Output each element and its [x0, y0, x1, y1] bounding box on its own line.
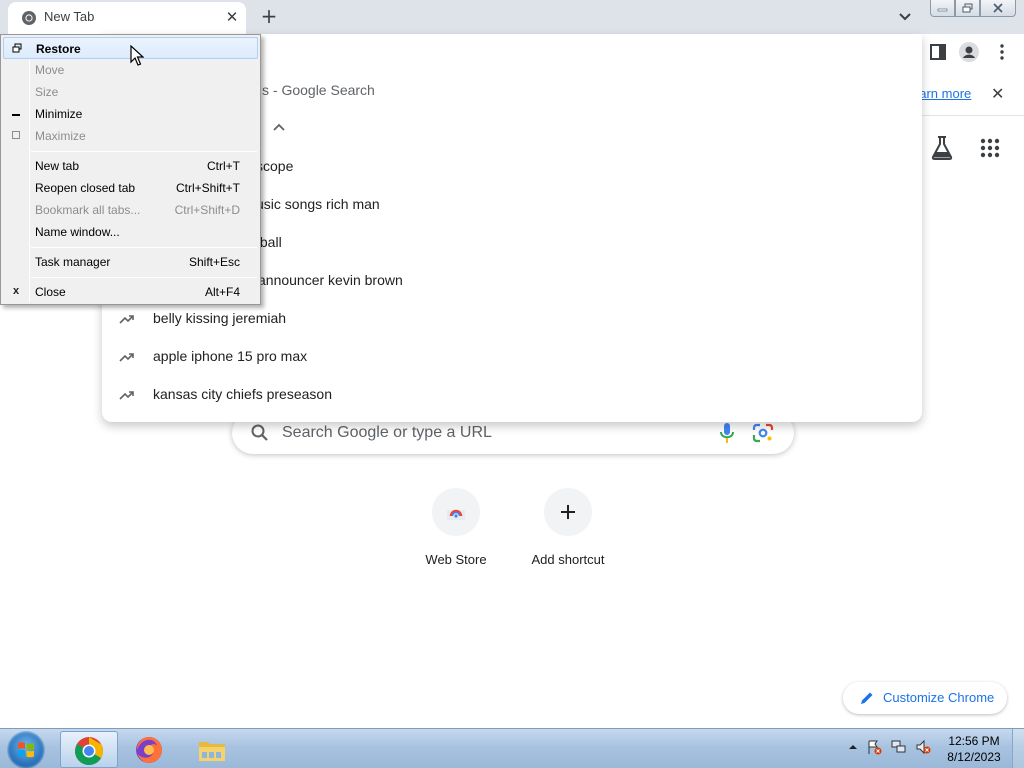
taskbar-file-explorer[interactable] [184, 731, 242, 768]
trending-icon [119, 315, 134, 324]
shortcut-tile [432, 488, 480, 536]
web-store-icon [447, 509, 465, 520]
shortcut-web-store[interactable]: Web Store [401, 488, 511, 567]
menu-item-label: Task manager [35, 255, 111, 269]
profile-icon[interactable] [959, 42, 979, 62]
plus-icon [561, 505, 575, 519]
menu-item-shortcut: Ctrl+Shift+D [174, 203, 240, 217]
maximize-icon [11, 130, 21, 140]
volume-muted-icon[interactable] [915, 739, 931, 755]
mouse-cursor-icon [130, 45, 144, 66]
window-controls [930, 0, 1016, 17]
minimize-icon [11, 108, 21, 118]
network-icon[interactable] [891, 739, 907, 755]
close-icon[interactable]: ✕ [991, 84, 1004, 103]
menu-item-close[interactable]: x Close Alt+F4 [3, 281, 258, 303]
suggestion-text: belly kissing jeremiah [153, 310, 287, 326]
trending-icon [119, 353, 134, 362]
shortcut-add[interactable]: Add shortcut [513, 488, 623, 567]
minimize-icon [937, 8, 948, 12]
menu-item-size: Size [3, 81, 258, 103]
menu-item-shortcut: Ctrl+Shift+T [175, 181, 240, 195]
shortcut-tile [544, 488, 592, 536]
search-icon [251, 424, 268, 441]
menu-item-minimize[interactable]: Minimize [3, 103, 258, 125]
suggestion-text: kansas city chiefs preseason [153, 386, 332, 402]
menu-item-name-window[interactable]: Name window... [3, 221, 258, 243]
menu-item-label: New tab [35, 159, 80, 173]
menu-separator [31, 247, 257, 248]
action-center-icon[interactable] [866, 739, 882, 755]
suggestion-text: scope [256, 158, 294, 174]
shortcut-label: Web Store [425, 552, 487, 567]
chrome-icon [22, 11, 36, 25]
windows-logo-icon [18, 742, 34, 758]
folder-icon [199, 742, 225, 761]
menu-item-task-manager[interactable]: Task manager Shift+Esc [3, 251, 258, 273]
suggestion-text: announcer kevin brown [258, 272, 403, 288]
system-clock[interactable]: 12:56 PM 8/12/2023 [940, 733, 1008, 765]
show-hidden-icons-icon[interactable] [845, 739, 861, 755]
close-tab-icon[interactable]: ✕ [224, 9, 240, 25]
menu-item-shortcut: Shift+Esc [188, 255, 240, 269]
menu-item-label: Bookmark all tabs... [35, 203, 141, 217]
suggestion-row[interactable]: belly kissing jeremiah [102, 300, 922, 338]
new-tab-button[interactable]: + [258, 6, 280, 28]
customize-label: Customize Chrome [883, 690, 995, 705]
suggestion-text: apple iphone 15 pro max [153, 348, 308, 364]
menu-item-reopen-closed-tab[interactable]: Reopen closed tab Ctrl+Shift+T [3, 177, 258, 199]
tab-new-tab[interactable]: New Tab ✕ [8, 2, 246, 34]
chevron-up-icon[interactable] [272, 122, 286, 132]
menu-item-label: Reopen closed tab [35, 181, 136, 195]
minimize-window-button[interactable] [930, 0, 955, 17]
window-system-menu: Restore Move Size Minimize Maximize New … [0, 34, 261, 305]
tab-title: New Tab [44, 9, 95, 24]
chrome-icon [75, 737, 103, 765]
flask-icon[interactable] [930, 135, 954, 161]
firefox-icon [136, 737, 162, 763]
side-panel-icon[interactable] [928, 42, 948, 62]
menu-item-label: Maximize [35, 129, 86, 143]
menu-item-bookmark-all-tabs: Bookmark all tabs... Ctrl+Shift+D [3, 199, 258, 221]
menu-item-label: Minimize [35, 107, 83, 121]
chevron-down-icon[interactable] [896, 8, 914, 26]
start-button[interactable] [7, 731, 45, 768]
apps-grid-icon[interactable] [980, 138, 1000, 158]
suggestion-header: s - Google Search [262, 82, 375, 98]
menu-item-maximize: Maximize [3, 125, 258, 147]
menu-item-label: Move [35, 63, 65, 77]
taskbar-chrome[interactable] [60, 731, 118, 768]
google-lens-icon[interactable] [752, 423, 774, 443]
clock-date: 8/12/2023 [947, 750, 1001, 764]
search-input[interactable] [282, 422, 682, 444]
menu-item-label: Name window... [35, 225, 120, 239]
menu-item-label: Size [35, 85, 59, 99]
restore-icon [12, 43, 22, 53]
suggestion-row[interactable]: apple iphone 15 pro max [102, 338, 922, 376]
menu-separator [31, 151, 257, 152]
suggestion-row[interactable]: kansas city chiefs preseason [102, 376, 922, 414]
restore-window-button[interactable] [955, 0, 980, 17]
menu-item-shortcut: Alt+F4 [204, 285, 240, 299]
close-icon [993, 3, 1003, 13]
customize-chrome-button[interactable]: Customize Chrome [843, 682, 1007, 714]
shortcut-label: Add shortcut [531, 552, 605, 567]
clock-time: 12:56 PM [948, 734, 1000, 748]
menu-item-label: Close [35, 285, 66, 299]
show-desktop-button[interactable] [1012, 729, 1024, 768]
microphone-icon[interactable] [718, 422, 736, 444]
taskbar-firefox[interactable] [121, 731, 179, 768]
trending-icon [119, 391, 134, 400]
menu-item-label: Restore [36, 42, 81, 56]
close-icon: x [12, 285, 20, 297]
menu-separator [31, 277, 257, 278]
more-menu-icon[interactable] [992, 42, 1012, 62]
restore-icon [962, 3, 972, 13]
suggestion-text: usic songs rich man [256, 196, 380, 212]
close-window-button[interactable] [980, 0, 1016, 17]
menu-item-shortcut: Ctrl+T [207, 159, 240, 173]
menu-item-new-tab[interactable]: New tab Ctrl+T [3, 155, 258, 177]
pencil-icon [861, 692, 873, 704]
